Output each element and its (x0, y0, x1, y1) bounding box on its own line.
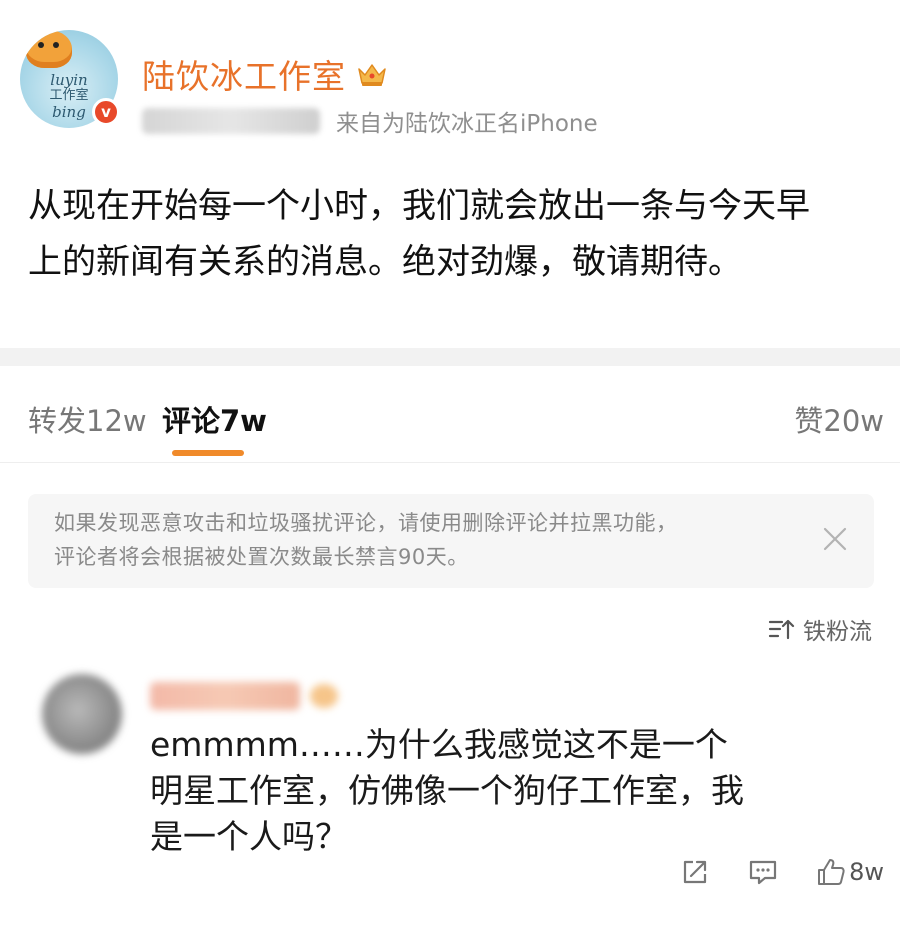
commenter-avatar[interactable] (42, 674, 122, 754)
like-button[interactable]: 8w (815, 856, 884, 888)
crown-icon (358, 64, 386, 86)
comment-text: emmmm……为什么我感觉这不是一个 明星工作室，仿佛像一个狗仔工作室，我 是一… (150, 722, 800, 860)
commenter-name-blurred[interactable] (150, 682, 300, 710)
active-tab-indicator (172, 450, 244, 456)
tab-comment[interactable]: 评论7w (162, 398, 267, 440)
like-icon (818, 859, 845, 885)
verified-icon: v (92, 98, 120, 126)
sort-icon (768, 619, 795, 640)
post-source: 来自为陆饮冰正名iPhone (336, 111, 598, 137)
tab-repost[interactable]: 转发12w (28, 398, 147, 440)
comment-line-3: 是一个人吗？ (150, 817, 348, 856)
section-divider (0, 348, 900, 366)
commenter-badge-blurred (310, 684, 338, 708)
post-content-line-2: 上的新闻有关系的消息。绝对劲爆，敬请期待。 (28, 242, 742, 282)
comment-notice: 如果发现恶意攻击和垃圾骚扰评论，请使用删除评论并拉黑功能， 评论者将会根据被处置… (28, 494, 874, 588)
meta-row: 来自为陆饮冰正名iPhone (142, 104, 598, 138)
post-tabs: 转发12w 评论7w 赞20w (0, 388, 900, 458)
comment-line-1: emmmm……为什么我感觉这不是一个 (150, 725, 728, 764)
post-time-blurred (142, 108, 320, 134)
post-header: luyin 工作室 bing v 陆饮冰工作室 来自为陆饮冰正名iPhone (0, 0, 900, 160)
tab-like[interactable]: 赞20w (794, 398, 884, 440)
tiger-icon (26, 30, 72, 68)
sort-selector[interactable]: 铁粉流 (767, 612, 872, 646)
comment-line-2: 明星工作室，仿佛像一个狗仔工作室，我 (150, 771, 744, 810)
username-row: 陆饮冰工作室 (142, 50, 388, 98)
notice-text: 如果发现恶意攻击和垃圾骚扰评论，请使用删除评论并拉黑功能， 评论者将会根据被处置… (54, 506, 814, 574)
share-icon (683, 860, 707, 884)
author-name[interactable]: 陆饮冰工作室 (142, 50, 346, 98)
share-button[interactable] (679, 856, 711, 888)
close-icon[interactable] (822, 526, 848, 552)
comment-actions: 8w (643, 856, 884, 888)
reply-button[interactable] (747, 856, 779, 888)
post-content: 从现在开始每一个小时，我们就会放出一条与今天早 上的新闻有关系的消息。绝对劲爆，… (28, 178, 876, 290)
avatar-text-1: luyin (50, 71, 88, 89)
author-avatar[interactable]: luyin 工作室 bing v (20, 30, 120, 128)
comment-icon (749, 860, 777, 885)
verified-mark: v (101, 103, 111, 121)
like-count: 8w (849, 858, 884, 886)
notice-line-1: 如果发现恶意攻击和垃圾骚扰评论，请使用删除评论并拉黑功能， (54, 511, 678, 535)
sort-label: 铁粉流 (803, 619, 872, 645)
notice-line-2: 评论者将会根据被处置次数最长禁言90天。 (54, 545, 469, 569)
post-content-line-1: 从现在开始每一个小时，我们就会放出一条与今天早 (28, 186, 810, 226)
tabs-divider (0, 462, 900, 463)
